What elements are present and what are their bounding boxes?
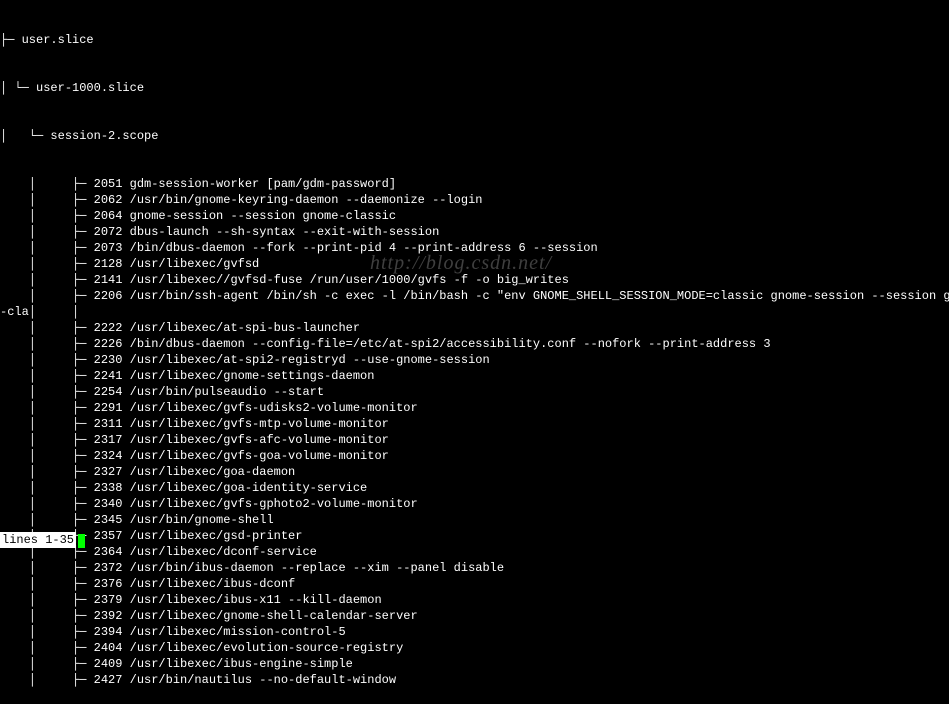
tree-branch: ├─ [0, 33, 22, 47]
process-line: │ ├─ 2372 /usr/bin/ibus-daemon --replace… [0, 560, 949, 576]
tree-scope: │ └─ session-2.scope [0, 128, 949, 144]
pager-status: lines 1-35 [0, 532, 76, 548]
process-line: │ ├─ 2291 /usr/libexec/gvfs-udisks2-volu… [0, 400, 949, 416]
tree-root: ├─ user.slice [0, 32, 949, 48]
process-line: │ ├─ 2317 /usr/libexec/gvfs-afc-volume-m… [0, 432, 949, 448]
process-line: │ ├─ 2230 /usr/libexec/at-spi2-registryd… [0, 352, 949, 368]
process-line: │ ├─ 2357 /usr/libexec/gsd-printer [0, 528, 949, 544]
process-line: │ ├─ 2051 gdm-session-worker [pam/gdm-pa… [0, 176, 949, 192]
process-line: │ ├─ 2254 /usr/bin/pulseaudio --start [0, 384, 949, 400]
terminal-output: ├─ user.slice │ └─ user-1000.slice │ └─ … [0, 0, 949, 704]
process-line: │ ├─ 2345 /usr/bin/gnome-shell [0, 512, 949, 528]
process-line: │ ├─ 2062 /usr/bin/gnome-keyring-daemon … [0, 192, 949, 208]
process-line: │ ├─ 2340 /usr/libexec/gvfs-gphoto2-volu… [0, 496, 949, 512]
process-line: │ ├─ 2324 /usr/libexec/gvfs-goa-volume-m… [0, 448, 949, 464]
process-line: │ ├─ 2327 /usr/libexec/goa-daemon [0, 464, 949, 480]
process-line: │ ├─ 2376 /usr/libexec/ibus-dconf [0, 576, 949, 592]
process-line: │ ├─ 2073 /bin/dbus-daemon --fork --prin… [0, 240, 949, 256]
tree-sub: │ └─ user-1000.slice [0, 80, 949, 96]
tree-branch: │ └─ [0, 81, 36, 95]
process-line: │ ├─ 2222 /usr/libexec/at-spi-bus-launch… [0, 320, 949, 336]
process-line: │ ├─ 2394 /usr/libexec/mission-control-5 [0, 624, 949, 640]
process-line: │ ├─ 2064 gnome-session --session gnome-… [0, 208, 949, 224]
process-line: │ ├─ 2311 /usr/libexec/gvfs-mtp-volume-m… [0, 416, 949, 432]
process-line: │ ├─ 2241 /usr/libexec/gnome-settings-da… [0, 368, 949, 384]
process-line: -cla│ │ [0, 304, 949, 320]
cursor [78, 534, 85, 548]
process-line: │ ├─ 2364 /usr/libexec/dconf-service [0, 544, 949, 560]
process-line: │ ├─ 2072 dbus-launch --sh-syntax --exit… [0, 224, 949, 240]
process-list: │ ├─ 2051 gdm-session-worker [pam/gdm-pa… [0, 176, 949, 688]
process-line: │ ├─ 2392 /usr/libexec/gnome-shell-calen… [0, 608, 949, 624]
process-line: │ ├─ 2141 /usr/libexec//gvfsd-fuse /run/… [0, 272, 949, 288]
process-line: │ ├─ 2409 /usr/libexec/ibus-engine-simpl… [0, 656, 949, 672]
process-line: │ ├─ 2128 /usr/libexec/gvfsd [0, 256, 949, 272]
process-line: │ ├─ 2338 /usr/libexec/goa-identity-serv… [0, 480, 949, 496]
process-line: │ ├─ 2427 /usr/bin/nautilus --no-default… [0, 672, 949, 688]
tree-branch: │ └─ [0, 129, 50, 143]
process-line: │ ├─ 2379 /usr/libexec/ibus-x11 --kill-d… [0, 592, 949, 608]
process-line: │ ├─ 2226 /bin/dbus-daemon --config-file… [0, 336, 949, 352]
process-line: │ ├─ 2206 /usr/bin/ssh-agent /bin/sh -c … [0, 288, 949, 304]
process-line: │ ├─ 2404 /usr/libexec/evolution-source-… [0, 640, 949, 656]
